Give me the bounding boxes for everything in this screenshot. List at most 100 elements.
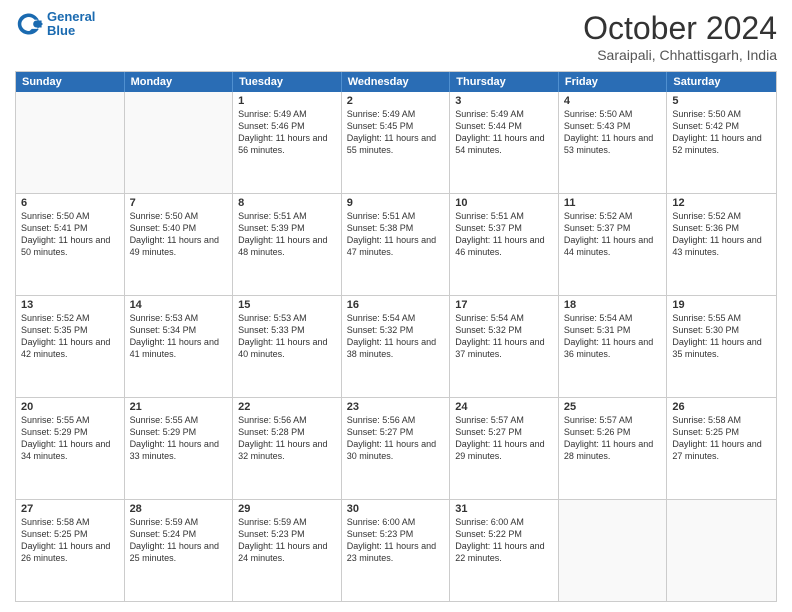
day-number: 31 [455, 503, 553, 515]
daylight-text: Daylight: 11 hours and 53 minutes. [564, 132, 662, 156]
day-number: 20 [21, 401, 119, 413]
sunset-text: Sunset: 5:28 PM [238, 426, 336, 438]
sunrise-text: Sunrise: 5:56 AM [347, 414, 445, 426]
sunrise-text: Sunrise: 5:53 AM [238, 312, 336, 324]
daylight-text: Daylight: 11 hours and 32 minutes. [238, 438, 336, 462]
sunrise-text: Sunrise: 5:51 AM [238, 210, 336, 222]
cal-row-4: 27Sunrise: 5:58 AMSunset: 5:25 PMDayligh… [16, 499, 776, 601]
cell-info: Sunrise: 5:51 AMSunset: 5:38 PMDaylight:… [347, 210, 445, 259]
calendar-body: 1Sunrise: 5:49 AMSunset: 5:46 PMDaylight… [16, 92, 776, 601]
sunset-text: Sunset: 5:26 PM [564, 426, 662, 438]
daylight-text: Daylight: 11 hours and 26 minutes. [21, 540, 119, 564]
sunrise-text: Sunrise: 5:55 AM [672, 312, 771, 324]
cell-info: Sunrise: 5:50 AMSunset: 5:41 PMDaylight:… [21, 210, 119, 259]
sunrise-text: Sunrise: 5:50 AM [564, 108, 662, 120]
cell-info: Sunrise: 5:54 AMSunset: 5:32 PMDaylight:… [455, 312, 553, 361]
sunset-text: Sunset: 5:37 PM [455, 222, 553, 234]
cell-info: Sunrise: 5:50 AMSunset: 5:42 PMDaylight:… [672, 108, 771, 157]
cell-info: Sunrise: 5:56 AMSunset: 5:28 PMDaylight:… [238, 414, 336, 463]
daylight-text: Daylight: 11 hours and 29 minutes. [455, 438, 553, 462]
cell-info: Sunrise: 6:00 AMSunset: 5:23 PMDaylight:… [347, 516, 445, 565]
cal-row-3: 20Sunrise: 5:55 AMSunset: 5:29 PMDayligh… [16, 397, 776, 499]
cell-info: Sunrise: 5:49 AMSunset: 5:44 PMDaylight:… [455, 108, 553, 157]
day-number: 6 [21, 197, 119, 209]
sunset-text: Sunset: 5:25 PM [672, 426, 771, 438]
cal-cell-w1-d4: 10Sunrise: 5:51 AMSunset: 5:37 PMDayligh… [450, 194, 559, 295]
cal-cell-w0-d3: 2Sunrise: 5:49 AMSunset: 5:45 PMDaylight… [342, 92, 451, 193]
sunset-text: Sunset: 5:37 PM [564, 222, 662, 234]
cal-cell-w4-d2: 29Sunrise: 5:59 AMSunset: 5:23 PMDayligh… [233, 500, 342, 601]
cal-cell-w2-d1: 14Sunrise: 5:53 AMSunset: 5:34 PMDayligh… [125, 296, 234, 397]
cell-info: Sunrise: 5:51 AMSunset: 5:37 PMDaylight:… [455, 210, 553, 259]
sunrise-text: Sunrise: 5:58 AM [672, 414, 771, 426]
day-number: 15 [238, 299, 336, 311]
cell-info: Sunrise: 5:52 AMSunset: 5:36 PMDaylight:… [672, 210, 771, 259]
header-friday: Friday [559, 72, 668, 92]
cal-cell-w3-d2: 22Sunrise: 5:56 AMSunset: 5:28 PMDayligh… [233, 398, 342, 499]
daylight-text: Daylight: 11 hours and 47 minutes. [347, 234, 445, 258]
sunrise-text: Sunrise: 5:55 AM [130, 414, 228, 426]
cal-cell-w2-d0: 13Sunrise: 5:52 AMSunset: 5:35 PMDayligh… [16, 296, 125, 397]
cal-row-2: 13Sunrise: 5:52 AMSunset: 5:35 PMDayligh… [16, 295, 776, 397]
daylight-text: Daylight: 11 hours and 40 minutes. [238, 336, 336, 360]
cal-cell-w1-d3: 9Sunrise: 5:51 AMSunset: 5:38 PMDaylight… [342, 194, 451, 295]
day-number: 19 [672, 299, 771, 311]
cal-cell-w2-d2: 15Sunrise: 5:53 AMSunset: 5:33 PMDayligh… [233, 296, 342, 397]
sunset-text: Sunset: 5:29 PM [130, 426, 228, 438]
day-number: 21 [130, 401, 228, 413]
cell-info: Sunrise: 6:00 AMSunset: 5:22 PMDaylight:… [455, 516, 553, 565]
header-thursday: Thursday [450, 72, 559, 92]
day-number: 18 [564, 299, 662, 311]
daylight-text: Daylight: 11 hours and 27 minutes. [672, 438, 771, 462]
logo: General Blue [15, 10, 95, 39]
daylight-text: Daylight: 11 hours and 44 minutes. [564, 234, 662, 258]
day-number: 23 [347, 401, 445, 413]
daylight-text: Daylight: 11 hours and 37 minutes. [455, 336, 553, 360]
cell-info: Sunrise: 5:49 AMSunset: 5:46 PMDaylight:… [238, 108, 336, 157]
day-number: 22 [238, 401, 336, 413]
cell-info: Sunrise: 5:54 AMSunset: 5:31 PMDaylight:… [564, 312, 662, 361]
cal-cell-w4-d1: 28Sunrise: 5:59 AMSunset: 5:24 PMDayligh… [125, 500, 234, 601]
sunset-text: Sunset: 5:32 PM [455, 324, 553, 336]
cal-row-1: 6Sunrise: 5:50 AMSunset: 5:41 PMDaylight… [16, 193, 776, 295]
sunset-text: Sunset: 5:35 PM [21, 324, 119, 336]
sunrise-text: Sunrise: 5:54 AM [347, 312, 445, 324]
day-number: 7 [130, 197, 228, 209]
cal-cell-w1-d6: 12Sunrise: 5:52 AMSunset: 5:36 PMDayligh… [667, 194, 776, 295]
cell-info: Sunrise: 5:57 AMSunset: 5:26 PMDaylight:… [564, 414, 662, 463]
cal-cell-w2-d6: 19Sunrise: 5:55 AMSunset: 5:30 PMDayligh… [667, 296, 776, 397]
daylight-text: Daylight: 11 hours and 52 minutes. [672, 132, 771, 156]
cell-info: Sunrise: 5:55 AMSunset: 5:30 PMDaylight:… [672, 312, 771, 361]
sunrise-text: Sunrise: 5:55 AM [21, 414, 119, 426]
title-section: October 2024 Saraipali, Chhattisgarh, In… [583, 10, 777, 63]
day-number: 16 [347, 299, 445, 311]
daylight-text: Daylight: 11 hours and 56 minutes. [238, 132, 336, 156]
sunset-text: Sunset: 5:45 PM [347, 120, 445, 132]
sunset-text: Sunset: 5:30 PM [672, 324, 771, 336]
day-number: 14 [130, 299, 228, 311]
cal-cell-w4-d3: 30Sunrise: 6:00 AMSunset: 5:23 PMDayligh… [342, 500, 451, 601]
daylight-text: Daylight: 11 hours and 55 minutes. [347, 132, 445, 156]
cell-info: Sunrise: 5:49 AMSunset: 5:45 PMDaylight:… [347, 108, 445, 157]
page: General Blue October 2024 Saraipali, Chh… [0, 0, 792, 612]
sunrise-text: Sunrise: 5:57 AM [455, 414, 553, 426]
sunset-text: Sunset: 5:38 PM [347, 222, 445, 234]
cal-cell-w3-d0: 20Sunrise: 5:55 AMSunset: 5:29 PMDayligh… [16, 398, 125, 499]
header-saturday: Saturday [667, 72, 776, 92]
daylight-text: Daylight: 11 hours and 28 minutes. [564, 438, 662, 462]
daylight-text: Daylight: 11 hours and 42 minutes. [21, 336, 119, 360]
cal-cell-w4-d6 [667, 500, 776, 601]
day-number: 8 [238, 197, 336, 209]
daylight-text: Daylight: 11 hours and 24 minutes. [238, 540, 336, 564]
cal-cell-w1-d0: 6Sunrise: 5:50 AMSunset: 5:41 PMDaylight… [16, 194, 125, 295]
cal-cell-w4-d0: 27Sunrise: 5:58 AMSunset: 5:25 PMDayligh… [16, 500, 125, 601]
day-number: 11 [564, 197, 662, 209]
cell-info: Sunrise: 5:52 AMSunset: 5:37 PMDaylight:… [564, 210, 662, 259]
day-number: 5 [672, 95, 771, 107]
logo-text: General Blue [47, 10, 95, 39]
sunset-text: Sunset: 5:33 PM [238, 324, 336, 336]
cell-info: Sunrise: 5:50 AMSunset: 5:43 PMDaylight:… [564, 108, 662, 157]
daylight-text: Daylight: 11 hours and 36 minutes. [564, 336, 662, 360]
sunset-text: Sunset: 5:29 PM [21, 426, 119, 438]
sunrise-text: Sunrise: 5:57 AM [564, 414, 662, 426]
